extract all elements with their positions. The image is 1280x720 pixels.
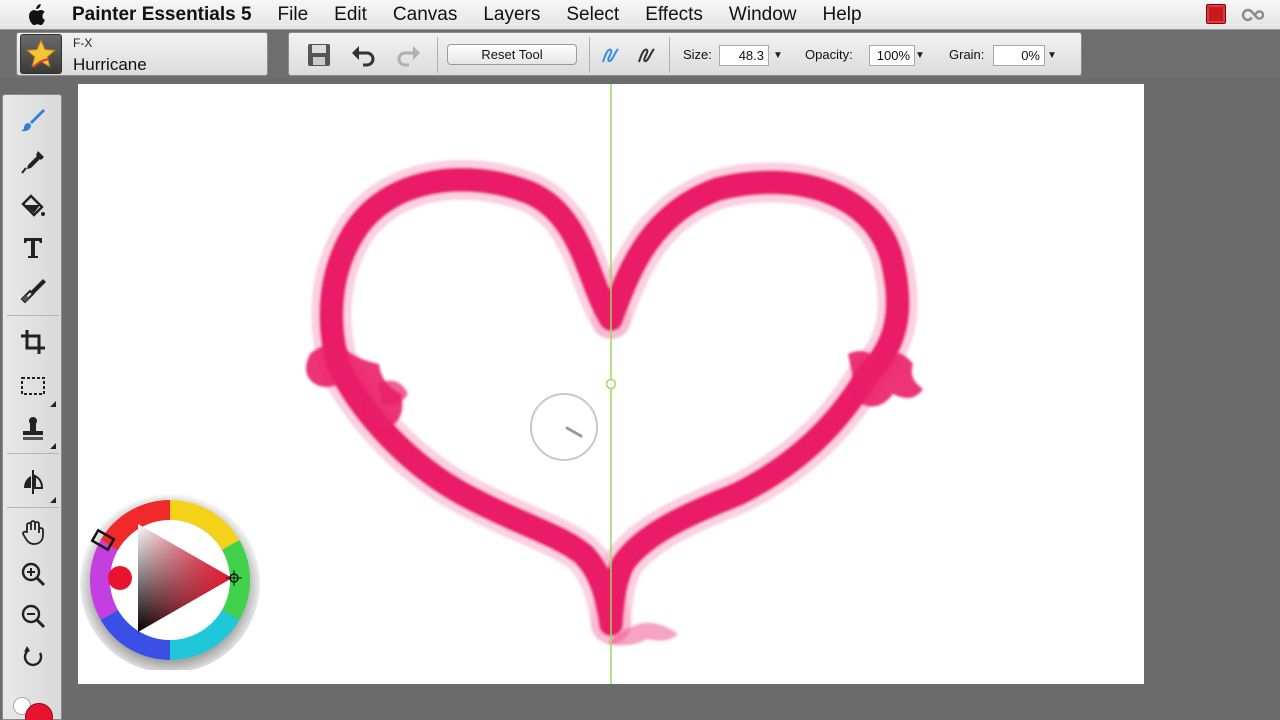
opacity-field[interactable]: 100%	[869, 45, 915, 66]
stroke-attributes-icon[interactable]	[595, 40, 627, 70]
record-icon[interactable]	[1206, 4, 1226, 24]
grain-dropdown-arrow[interactable]: ▼	[1045, 45, 1059, 66]
size-label: Size:	[683, 47, 712, 62]
menu-extras	[1206, 4, 1266, 24]
reset-tool-button[interactable]: Reset Tool	[447, 44, 577, 65]
toolbox-separator	[7, 315, 59, 316]
menu-layers[interactable]: Layers	[483, 4, 540, 26]
save-icon[interactable]	[303, 40, 335, 70]
rectangular-selection-icon[interactable]	[16, 369, 56, 407]
flyout-indicator	[50, 497, 56, 503]
tool-options-panel: Reset Tool Size: 48.3 ▼ Opacity: 100% ▼ …	[288, 32, 1082, 76]
brush-cursor	[530, 393, 598, 461]
menu-file[interactable]: File	[278, 4, 309, 26]
menu-select[interactable]: Select	[566, 4, 619, 26]
stroke-smoothing-icon[interactable]	[631, 40, 663, 70]
paint-bucket-icon[interactable]	[16, 189, 50, 223]
text-tool-icon[interactable]	[16, 231, 50, 265]
menu-window[interactable]: Window	[729, 4, 797, 26]
symmetry-handle[interactable]	[605, 378, 617, 390]
separator	[669, 37, 670, 73]
grabber-hand-icon[interactable]	[16, 515, 50, 549]
fx-star-icon	[25, 38, 57, 68]
size-dropdown-arrow[interactable]: ▼	[771, 45, 785, 66]
flyout-indicator	[50, 443, 56, 449]
size-field[interactable]: 48.3	[719, 45, 769, 66]
zoom-in-icon[interactable]	[16, 557, 50, 591]
color-preview-dot	[108, 566, 132, 590]
brush-tool-icon[interactable]	[16, 103, 50, 137]
crop-tool-icon[interactable]	[16, 325, 50, 359]
creative-cloud-icon[interactable]	[1240, 4, 1266, 24]
temporal-color-wheel[interactable]	[80, 490, 260, 673]
heart-stroke	[311, 159, 918, 644]
menu-bar: Painter Essentials 5 File Edit Canvas La…	[0, 0, 1280, 30]
flyout-indicator	[50, 401, 56, 407]
eraser-brush-icon[interactable]	[16, 273, 50, 307]
menu-edit[interactable]: Edit	[334, 4, 367, 26]
zoom-out-icon[interactable]	[16, 599, 50, 633]
toolbox	[2, 94, 62, 720]
opacity-label: Opacity:	[805, 47, 853, 62]
property-bar: F-X Hurricane Reset Tool Size: 48.3 ▼ Op…	[0, 30, 1280, 78]
clone-tool-icon[interactable]	[16, 411, 56, 449]
rotate-page-icon[interactable]	[16, 641, 50, 675]
apple-icon	[29, 3, 45, 25]
undo-icon[interactable]	[347, 40, 379, 70]
toolbox-separator	[7, 507, 59, 508]
separator	[589, 37, 590, 73]
dropper-tool-icon[interactable]	[16, 145, 50, 179]
brush-variant-thumbnail[interactable]	[20, 34, 62, 74]
main-color-swatch[interactable]	[25, 703, 53, 720]
grain-field[interactable]: 0%	[993, 45, 1045, 66]
menu-help[interactable]: Help	[823, 4, 862, 26]
mirror-tool-icon[interactable]	[16, 465, 56, 503]
toolbox-separator	[7, 453, 59, 454]
brush-category-label: F-X	[73, 36, 93, 50]
opacity-dropdown-arrow[interactable]: ▼	[913, 45, 927, 66]
menu-effects[interactable]: Effects	[645, 4, 703, 26]
grain-label: Grain:	[949, 47, 985, 62]
menu-canvas[interactable]: Canvas	[393, 4, 457, 26]
redo-icon[interactable]	[393, 40, 425, 70]
brush-variant-label: Hurricane	[73, 55, 147, 74]
brush-selector[interactable]: F-X Hurricane	[16, 32, 268, 76]
menu-app-name[interactable]: Painter Essentials 5	[72, 4, 252, 26]
separator	[437, 37, 438, 73]
apple-menu[interactable]	[0, 3, 72, 26]
